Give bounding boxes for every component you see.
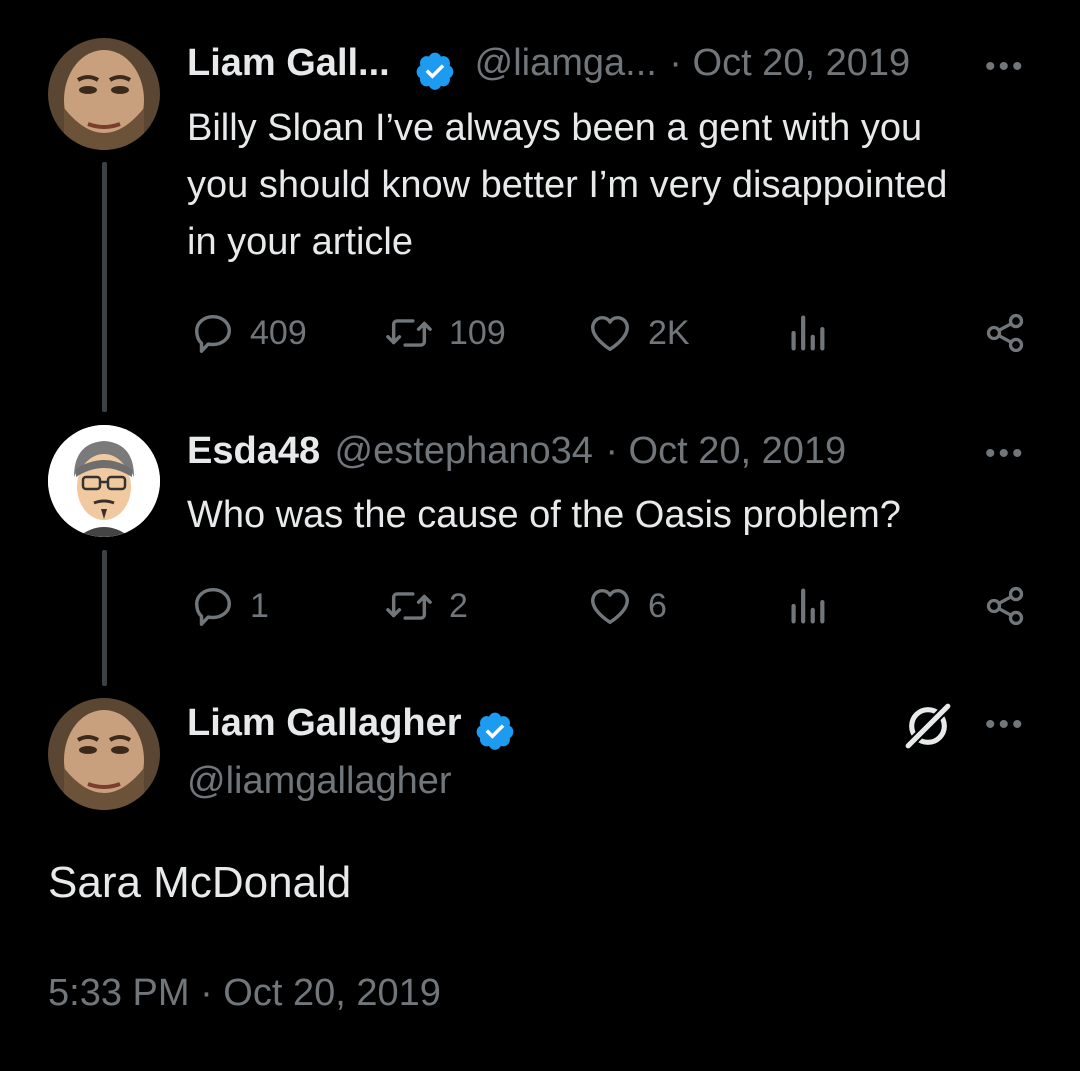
more-options-icon[interactable]: •••	[985, 437, 1026, 471]
share-button[interactable]	[983, 310, 1027, 356]
tweet-date[interactable]: · Oct 20, 2019	[669, 42, 910, 84]
reply-count: 1	[250, 586, 269, 625]
avatar-esda48[interactable]	[48, 425, 160, 537]
share-icon	[986, 586, 1024, 626]
grok-icon[interactable]	[900, 698, 956, 759]
like-count: 6	[648, 586, 667, 625]
retweet-count: 2	[449, 586, 468, 625]
reply-count: 409	[250, 313, 307, 352]
avatar-liam-gallagher[interactable]	[48, 38, 160, 150]
tweet-text: Who was the cause of the Oasis problem?	[187, 494, 901, 536]
tweet-text-line: you should know better I’m very disappoi…	[187, 164, 948, 206]
like-button[interactable]: 2K	[586, 310, 690, 356]
share-icon	[986, 313, 1024, 353]
author-handle[interactable]: @liamgallagher	[187, 760, 452, 803]
views-icon	[791, 315, 825, 351]
reply-icon	[194, 314, 232, 353]
heart-icon	[591, 315, 629, 352]
tweet-header: Liam Gallagher	[187, 702, 516, 752]
author-name[interactable]: Liam Gallagher	[187, 702, 462, 744]
reply-icon	[194, 587, 232, 626]
avatar-liam-gallagher[interactable]	[48, 698, 160, 810]
retweet-button[interactable]: 2	[383, 583, 468, 629]
tweet-header: Liam Gall... @liamga... · Oct 20, 2019	[187, 42, 910, 92]
retweet-count: 109	[449, 313, 506, 352]
author-name[interactable]: Liam Gall...	[187, 42, 390, 84]
thread-line	[102, 162, 107, 412]
like-count: 2K	[648, 313, 690, 352]
author-handle[interactable]: @estephano34	[335, 430, 593, 472]
views-button[interactable]	[787, 583, 827, 629]
heart-icon	[591, 588, 629, 625]
reply-button[interactable]: 1	[190, 583, 269, 629]
thread-line	[102, 550, 107, 686]
retweet-icon	[386, 592, 432, 620]
reply-button[interactable]: 409	[190, 310, 307, 356]
retweet-icon	[386, 319, 432, 347]
like-button[interactable]: 6	[586, 583, 667, 629]
author-name[interactable]: Esda48	[187, 430, 320, 472]
share-button[interactable]	[983, 583, 1027, 629]
verified-badge-icon	[476, 712, 514, 750]
views-button[interactable]	[787, 310, 827, 356]
tweet-text: Sara McDonald	[48, 858, 352, 907]
verified-badge-icon	[416, 52, 454, 90]
more-options-icon[interactable]: •••	[985, 50, 1026, 84]
views-icon	[791, 588, 825, 624]
tweet-text: Billy Sloan I’ve always been a gent with…	[187, 100, 1057, 271]
tweet-date[interactable]: · Oct 20, 2019	[605, 430, 846, 472]
retweet-button[interactable]: 109	[383, 310, 506, 356]
tweet-timestamp[interactable]: 5:33 PM · Oct 20, 2019	[48, 972, 441, 1015]
author-handle[interactable]: @liamga...	[475, 42, 657, 84]
more-options-icon[interactable]: •••	[985, 708, 1026, 742]
tweet-text-line: Billy Sloan I’ve always been a gent with…	[187, 107, 923, 149]
tweet-text-line: in your article	[187, 221, 413, 263]
tweet-header: Esda48 @estephano34 · Oct 20, 2019	[187, 430, 846, 473]
